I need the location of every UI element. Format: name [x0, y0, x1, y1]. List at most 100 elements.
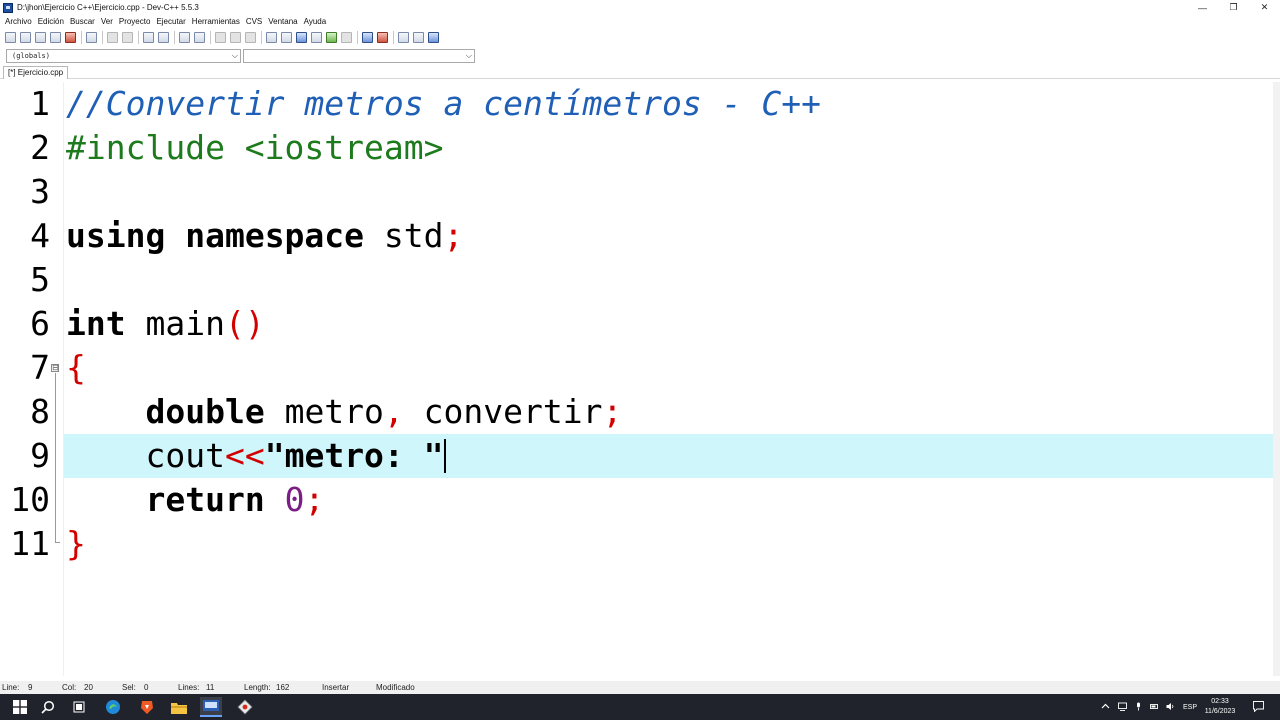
- menu-ver[interactable]: Ver: [98, 17, 116, 26]
- toolbar: [0, 28, 1280, 47]
- brave-taskbar-button[interactable]: [136, 697, 158, 717]
- code-line-10: return 0;: [66, 478, 324, 522]
- vertical-scrollbar[interactable]: [1273, 82, 1280, 676]
- symbol: {: [66, 348, 86, 387]
- keyword: double: [145, 392, 265, 431]
- menu-herramientas[interactable]: Herramientas: [189, 17, 243, 26]
- volume-icon[interactable]: [1166, 702, 1175, 711]
- status-lines-label: Lines:: [178, 683, 200, 692]
- line-number: 9: [30, 436, 50, 475]
- compile-check-icon[interactable]: [326, 32, 337, 43]
- app-taskbar-button[interactable]: [234, 697, 256, 717]
- menu-ejecutar[interactable]: Ejecutar: [153, 17, 188, 26]
- toolbar-divider: [393, 31, 394, 44]
- save-icon[interactable]: [35, 32, 46, 43]
- maximize-button[interactable]: ❐: [1218, 0, 1249, 15]
- task-view-button[interactable]: [68, 697, 90, 717]
- menu-cvs[interactable]: CVS: [243, 17, 265, 26]
- code-editor[interactable]: ⊟ 1 2 3 4 5 6 7 8 9 10 11 //Convertir me…: [0, 82, 1280, 676]
- status-line-label: Line:: [2, 683, 20, 692]
- open-file-icon[interactable]: [20, 32, 31, 43]
- menu-bar: Archivo Edición Buscar Ver Proyecto Ejec…: [0, 15, 1280, 28]
- symbol: ;: [304, 480, 325, 519]
- stop-icon[interactable]: [341, 32, 352, 43]
- clock-time[interactable]: 02:33: [1204, 697, 1236, 706]
- open-project-icon[interactable]: [281, 32, 292, 43]
- devcpp-taskbar-button[interactable]: [200, 697, 222, 717]
- code-line-6: int main(): [66, 302, 265, 346]
- project-options-icon[interactable]: [296, 32, 307, 43]
- clock-date[interactable]: 11/6/2023: [1202, 707, 1238, 716]
- window-title: D:\jhon\Ejercicio C++\Ejercicio.cpp - De…: [17, 3, 199, 12]
- start-button[interactable]: [9, 697, 31, 717]
- number-literal: 0: [284, 480, 305, 519]
- fold-toggle-icon[interactable]: ⊟: [51, 364, 59, 372]
- tab-bar: [*] Ejercicio.cpp: [0, 65, 1280, 79]
- input-language-indicator[interactable]: ESP: [1183, 703, 1197, 712]
- identifier: std: [364, 216, 444, 255]
- show-hidden-icons-icon[interactable]: [1101, 702, 1110, 711]
- network-icon[interactable]: [1118, 702, 1127, 711]
- microphone-icon[interactable]: [1134, 702, 1143, 711]
- line-number: 7: [30, 348, 50, 387]
- code-line-4: using namespace std;: [66, 214, 463, 258]
- chevron-down-icon: ⌵: [465, 51, 472, 60]
- battery-icon[interactable]: [1150, 702, 1159, 711]
- line-number: 5: [30, 260, 50, 299]
- code-line-7: {: [66, 346, 86, 390]
- status-line-value: 9: [28, 683, 33, 692]
- tab-ejercicio-cpp[interactable]: [*] Ejercicio.cpp: [3, 66, 69, 79]
- debug-icon[interactable]: [377, 32, 388, 43]
- unindent-icon[interactable]: [194, 32, 205, 43]
- redo-icon[interactable]: [122, 32, 133, 43]
- chevron-down-icon: ⌵: [231, 51, 238, 60]
- class-browser-icon[interactable]: [311, 32, 322, 43]
- symbol: ,: [383, 392, 404, 431]
- toolbar-divider: [138, 31, 139, 44]
- edge-taskbar-button[interactable]: [102, 697, 124, 717]
- toolbar-divider: [81, 31, 82, 44]
- close-button[interactable]: ✕: [1249, 0, 1280, 15]
- symbol: (): [224, 304, 265, 343]
- status-col-label: Col:: [62, 683, 77, 692]
- new-file-icon[interactable]: [5, 32, 16, 43]
- indent-icon[interactable]: [179, 32, 190, 43]
- close-file-icon[interactable]: [65, 32, 76, 43]
- notifications-icon[interactable]: [1253, 701, 1264, 712]
- find-icon[interactable]: [143, 32, 154, 43]
- undo-icon[interactable]: [107, 32, 118, 43]
- brave-browser-icon: [141, 701, 153, 714]
- fold-guide: [55, 373, 56, 543]
- profile-chart-icon[interactable]: [362, 32, 373, 43]
- goto-forward-icon[interactable]: [230, 32, 241, 43]
- search-icon: [41, 700, 55, 714]
- menu-proyecto[interactable]: Proyecto: [116, 17, 154, 26]
- file-explorer-taskbar-button[interactable]: [168, 697, 190, 717]
- preprocessor-directive: #include <iostream>: [66, 128, 444, 167]
- bookmark-icon[interactable]: [245, 32, 256, 43]
- menu-ventana[interactable]: Ventana: [265, 17, 300, 26]
- keyword: namespace: [185, 216, 365, 255]
- menu-ayuda[interactable]: Ayuda: [301, 17, 330, 26]
- save-all-icon[interactable]: [50, 32, 61, 43]
- goto-back-icon[interactable]: [215, 32, 226, 43]
- menu-archivo[interactable]: Archivo: [2, 17, 35, 26]
- insert-icon[interactable]: [398, 32, 409, 43]
- minimize-button[interactable]: —: [1187, 0, 1218, 15]
- line-number: 8: [30, 392, 50, 431]
- status-sel-label: Sel:: [122, 683, 136, 692]
- menu-edicion[interactable]: Edición: [35, 17, 67, 26]
- print-icon[interactable]: [86, 32, 97, 43]
- new-project-icon[interactable]: [266, 32, 277, 43]
- menu-buscar[interactable]: Buscar: [67, 17, 98, 26]
- goto-bookmark-icon[interactable]: [428, 32, 439, 43]
- code-line-9: cout<<"metro: ": [66, 434, 446, 478]
- toolbar-divider: [210, 31, 211, 44]
- replace-icon[interactable]: [158, 32, 169, 43]
- keyword: int: [66, 304, 126, 343]
- search-button[interactable]: [37, 697, 59, 717]
- symbol-selector[interactable]: ⌵: [243, 49, 475, 63]
- scope-selector[interactable]: (globals) ⌵: [6, 49, 241, 63]
- code-line-1: //Convertir metros a centímetros - C++: [66, 82, 821, 126]
- toggle-bookmark-icon[interactable]: [413, 32, 424, 43]
